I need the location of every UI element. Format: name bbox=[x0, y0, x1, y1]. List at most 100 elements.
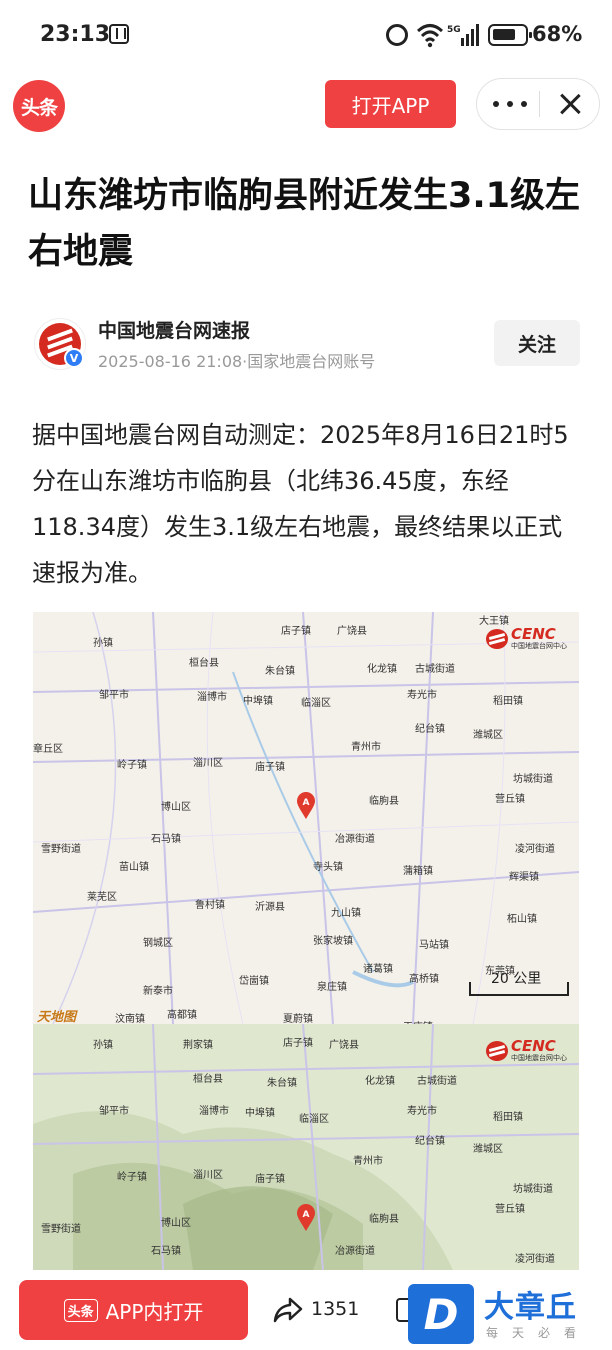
map-place-label: 寿光市 bbox=[407, 690, 437, 701]
map-place-label: 莱芜区 bbox=[87, 892, 117, 903]
map-place-label: 孙镇 bbox=[93, 1040, 113, 1051]
map-scale-bar bbox=[469, 982, 569, 996]
share-icon[interactable] bbox=[273, 1296, 303, 1324]
article-body: 据中国地震台网自动测定：2025年8月16日21时5分在山东潍坊市临朐县（北纬3… bbox=[32, 421, 569, 587]
map-place-label: 古城街道 bbox=[415, 664, 455, 675]
map-place-label: 博山区 bbox=[161, 1218, 191, 1229]
cenc-mark-icon bbox=[486, 1041, 508, 1061]
map-place-label: 临淄区 bbox=[301, 698, 331, 709]
nfc-icon bbox=[109, 24, 129, 44]
map-place-label: 中埠镇 bbox=[243, 696, 273, 707]
signal-5g-icon: 5G bbox=[447, 24, 479, 46]
map-place-label: 凌河街道 bbox=[515, 844, 555, 855]
map-place-label: 淄博市 bbox=[199, 1106, 229, 1117]
app-badge: 头条 bbox=[63, 1298, 98, 1322]
map-place-label: 夏蔚镇 bbox=[283, 1014, 313, 1024]
close-icon[interactable] bbox=[555, 89, 585, 119]
map-place-label: 高都镇 bbox=[167, 1010, 197, 1021]
map-place-label: 马站镇 bbox=[419, 940, 449, 951]
map-place-label: 朱台镇 bbox=[265, 666, 295, 677]
map-place-label: 广饶县 bbox=[329, 1040, 359, 1051]
map-place-label: 潍城区 bbox=[473, 730, 503, 741]
mini-program-capsule bbox=[476, 78, 600, 130]
battery-icon bbox=[488, 24, 532, 46]
map-place-label: 柘山镇 bbox=[507, 914, 537, 925]
map-place-label: 营丘镇 bbox=[495, 1204, 525, 1215]
map-place-label: 中埠镇 bbox=[245, 1108, 275, 1119]
map-place-label: 鲁村镇 bbox=[195, 900, 225, 911]
map-place-label: 潍城区 bbox=[473, 1144, 503, 1155]
map-place-label: 孙镇 bbox=[93, 638, 113, 649]
svg-text:5G: 5G bbox=[447, 25, 461, 35]
map-place-label: 邹平市 bbox=[99, 690, 129, 701]
map-place-label: 荆家镇 bbox=[183, 1040, 213, 1051]
epicenter-map-terrain[interactable]: 孙镇 荆家镇 店子镇 广饶县 桓台县 朱台镇 化龙镇 古城街道 邹平市 淄博市 中埠镇 临淄区 寿光市稻… bbox=[33, 1024, 579, 1270]
map-place-label: 稻田镇 bbox=[493, 696, 523, 707]
article-title: 山东潍坊市临朐县附近发生3.1级左右地震 bbox=[28, 176, 581, 272]
watermark-logo: D bbox=[408, 1284, 474, 1344]
map-place-label: 庙子镇 bbox=[255, 762, 285, 773]
map-place-label: 诸葛镇 bbox=[363, 964, 393, 975]
map-place-label: 青州市 bbox=[351, 742, 381, 753]
map-place-label: 沂源县 bbox=[255, 902, 285, 913]
map-place-label: 化龙镇 bbox=[365, 1076, 395, 1087]
map-place-label: 岱崮镇 bbox=[239, 976, 269, 987]
map-place-label: 雪野街道 bbox=[41, 1224, 81, 1235]
cenc-logo-terrain: CENC 中国地震台网中心 bbox=[486, 1036, 567, 1066]
map-place-label: 凌河街道 bbox=[515, 1254, 555, 1265]
open-app-button[interactable]: 打开APP bbox=[325, 80, 456, 128]
map-place-label: 青州市 bbox=[353, 1156, 383, 1167]
map-place-label: 邹平市 bbox=[99, 1106, 129, 1117]
map-place-label: 纪台镇 bbox=[415, 724, 445, 735]
map-place-label: 高桥镇 bbox=[409, 974, 439, 985]
verified-badge-icon: V bbox=[64, 348, 84, 368]
follow-button[interactable]: 关注 bbox=[494, 320, 580, 366]
map-place-label: 钢城区 bbox=[143, 938, 173, 949]
map-place-label: 庙子镇 bbox=[255, 1174, 285, 1185]
author-name[interactable]: 中国地震台网速报 bbox=[98, 316, 250, 343]
map-place-label: 泉庄镇 bbox=[317, 982, 347, 993]
author-meta: 2025-08-16 21:08·国家地震台网账号 bbox=[98, 352, 376, 371]
map-place-label: 淄博市 bbox=[197, 692, 227, 703]
status-time: 23:13 bbox=[40, 22, 111, 47]
open-in-app-label: APP内打开 bbox=[105, 1299, 204, 1324]
cenc-mark-icon bbox=[486, 629, 508, 649]
bottom-bar: 头条 APP内打开 1351 D 大章丘 每天必看 bbox=[0, 1270, 612, 1350]
map-place-label: 岭子镇 bbox=[117, 760, 147, 771]
cenc-logo-subtitle: 中国地震台网中心 bbox=[511, 642, 567, 650]
map-place-label: 冶源街道 bbox=[335, 1246, 375, 1257]
watermark-slogan: 每天必看 bbox=[486, 1326, 591, 1340]
capsule-divider bbox=[539, 91, 540, 117]
toutiao-logo[interactable]: 头条 bbox=[13, 80, 65, 132]
epicenter-marker-icon: A bbox=[297, 1204, 315, 1231]
map-place-label: 石马镇 bbox=[151, 834, 181, 845]
map-place-label: 稻田镇 bbox=[493, 1112, 523, 1123]
epicenter-map-plain[interactable]: 大王镇 店子镇 广饶县 孙镇 桓台县 朱台镇 化龙镇 古城街道 邹平市 淄博市 中埠镇 临淄区 寿光市稻… bbox=[33, 612, 579, 1024]
map-place-label: 蒲箱镇 bbox=[403, 866, 433, 877]
map-place-label: 九山镇 bbox=[331, 908, 361, 919]
map-credit: 天地图 bbox=[37, 1010, 77, 1024]
map-place-label: 博山区 bbox=[161, 802, 191, 813]
map-place-label: 张家坡镇 bbox=[313, 936, 353, 947]
map-place-label: 章丘区 bbox=[33, 744, 63, 755]
alarm-icon bbox=[386, 24, 408, 46]
cenc-logo-title: CENC bbox=[511, 625, 556, 643]
map-place-label: 寺头镇 bbox=[313, 862, 343, 873]
map-place-label: 汶南镇 bbox=[115, 1014, 145, 1024]
status-bar: 23:13 5G 68% bbox=[0, 0, 612, 70]
map-place-label: 朱台镇 bbox=[267, 1078, 297, 1089]
svg-text:A: A bbox=[303, 798, 310, 808]
map-place-label: 店子镇 bbox=[281, 626, 311, 637]
map-place-label: 新泰市 bbox=[143, 986, 173, 997]
cenc-logo-title: CENC bbox=[511, 1037, 556, 1055]
map-place-label: 坊城街道 bbox=[513, 774, 553, 785]
watermark-brand: 大章丘 bbox=[484, 1290, 577, 1325]
open-in-app-button[interactable]: 头条 APP内打开 bbox=[19, 1280, 248, 1340]
more-icon[interactable] bbox=[493, 96, 527, 112]
map-place-label: 苗山镇 bbox=[119, 862, 149, 873]
map-place-label: 古城街道 bbox=[417, 1076, 457, 1087]
map-place-label: 临淄区 bbox=[299, 1114, 329, 1125]
wifi-icon bbox=[416, 24, 444, 48]
map-place-label: 坊城街道 bbox=[513, 1184, 553, 1195]
battery-percent: 68% bbox=[532, 22, 583, 46]
